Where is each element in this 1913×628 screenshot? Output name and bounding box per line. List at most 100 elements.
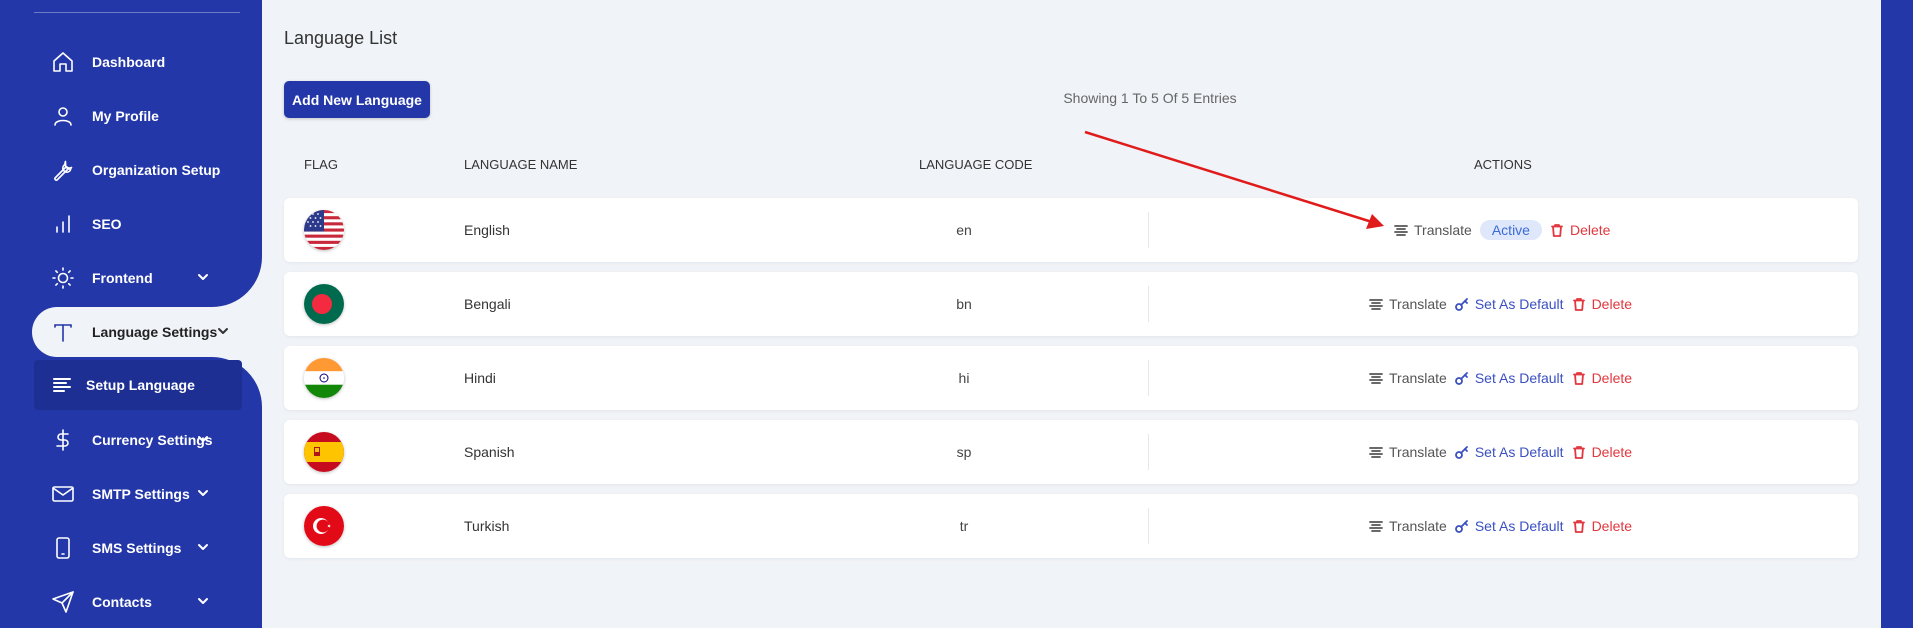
delete-label: Delete <box>1569 222 1611 238</box>
sidebar-item-label: Frontend <box>92 270 153 286</box>
column-header-language-code: LANGUAGE CODE <box>919 157 1033 172</box>
home-icon <box>48 47 78 77</box>
sidebar-item-label: Currency Settings <box>92 432 213 448</box>
lines-icon <box>52 375 72 395</box>
lines-icon <box>1369 521 1383 532</box>
language-code: bn <box>956 296 972 312</box>
add-new-language-button[interactable]: Add New Language <box>284 81 430 118</box>
bar-chart-icon <box>48 209 78 239</box>
set-as-default-label: Set As Default <box>1474 296 1564 312</box>
india-flag-icon <box>304 358 344 398</box>
sidebar-item-label: SEO <box>92 216 122 232</box>
trash-icon <box>1572 446 1585 459</box>
delete-button[interactable]: Delete <box>1572 518 1632 534</box>
turkey-flag-icon <box>304 506 344 546</box>
translate-label: Translate <box>1389 370 1447 386</box>
sidebar-item-label: SMTP Settings <box>92 486 190 502</box>
lines-icon <box>1369 299 1383 310</box>
sun-icon <box>48 263 78 293</box>
right-edge-bar <box>1881 0 1913 628</box>
language-code: sp <box>956 444 972 460</box>
row-actions: Translate Set As Default Delete <box>1369 494 1632 558</box>
sidebar-item-currency-settings[interactable]: Currency Settings <box>32 415 232 465</box>
chevron-down-icon <box>196 594 210 608</box>
wrench-icon <box>48 155 78 185</box>
set-as-default-label: Set As Default <box>1474 370 1564 386</box>
delete-label: Delete <box>1591 444 1633 460</box>
language-name: Turkish <box>464 518 510 534</box>
language-name: Bengali <box>464 296 511 312</box>
set-as-default-label: Set As Default <box>1474 444 1564 460</box>
table-header: FLAG LANGUAGE NAME LANGUAGE CODE ACTIONS <box>284 157 1858 177</box>
sidebar-divider <box>34 12 240 13</box>
active-status-badge: Active <box>1479 220 1542 240</box>
sidebar-subitem-label: Setup Language <box>86 377 195 393</box>
column-divider <box>1148 508 1149 544</box>
chevron-down-icon <box>196 432 210 446</box>
set-as-default-button[interactable]: Set As Default <box>1454 370 1564 386</box>
row-actions: Translate Set As Default Delete <box>1369 420 1632 484</box>
set-as-default-button[interactable]: Set As Default <box>1454 296 1564 312</box>
translate-button[interactable]: Translate <box>1369 518 1447 534</box>
table-row: Turkish tr Translate Set As Default Dele… <box>284 494 1858 558</box>
sidebar-subitem-setup-language[interactable]: Setup Language <box>34 360 242 410</box>
language-name: Hindi <box>464 370 496 386</box>
sidebar-item-seo[interactable]: SEO <box>32 199 232 249</box>
translate-label: Translate <box>1389 518 1447 534</box>
column-header-flag: FLAG <box>304 157 338 172</box>
lines-icon <box>1369 373 1383 384</box>
table-row: Spanish sp Translate Set As Default Dele… <box>284 420 1858 484</box>
sidebar-item-language-settings[interactable]: Language Settings <box>32 307 232 357</box>
delete-button[interactable]: Delete <box>1572 370 1632 386</box>
delete-label: Delete <box>1591 296 1633 312</box>
user-icon <box>48 101 78 131</box>
key-icon <box>1454 298 1468 311</box>
sidebar-item-smtp-settings[interactable]: SMTP Settings <box>32 469 232 519</box>
sidebar-item-label: Dashboard <box>92 54 166 70</box>
row-actions: Translate Set As Default Delete <box>1369 346 1632 410</box>
delete-button[interactable]: Delete <box>1572 296 1632 312</box>
column-divider <box>1148 212 1149 248</box>
sidebar-item-organization-setup[interactable]: Organization Setup <box>32 145 232 195</box>
table-row: Bengali bn Translate Set As Default Dele… <box>284 272 1858 336</box>
sidebar-item-my-profile[interactable]: My Profile <box>32 91 232 141</box>
sidebar-item-dashboard[interactable]: Dashboard <box>32 37 232 87</box>
translate-button[interactable]: Translate <box>1394 222 1472 238</box>
trash-icon <box>1551 224 1563 237</box>
translate-button[interactable]: Translate <box>1369 296 1447 312</box>
sidebar-item-label: SMS Settings <box>92 540 182 556</box>
set-as-default-button[interactable]: Set As Default <box>1454 444 1564 460</box>
language-code: hi <box>958 370 970 386</box>
language-name: English <box>464 222 510 238</box>
us-flag-icon <box>304 210 344 250</box>
trash-icon <box>1572 372 1585 385</box>
page-title: Language List <box>284 28 398 48</box>
table-row: English en Translate Active Delete <box>284 198 1858 262</box>
language-code: tr <box>959 518 969 534</box>
spain-flag-icon <box>304 432 344 472</box>
sidebar-item-frontend[interactable]: Frontend <box>32 253 232 303</box>
text-t-icon <box>48 317 78 347</box>
delete-button[interactable]: Delete <box>1572 444 1632 460</box>
set-as-default-button[interactable]: Set As Default <box>1454 518 1564 534</box>
column-divider <box>1148 434 1149 470</box>
set-as-default-label: Set As Default <box>1474 518 1564 534</box>
send-icon <box>48 587 78 617</box>
delete-button[interactable]: Delete <box>1550 222 1610 238</box>
sidebar-item-sms-settings[interactable]: SMS Settings <box>32 523 232 573</box>
sidebar-item-label: Organization Setup <box>92 162 221 178</box>
column-divider <box>1148 286 1149 322</box>
column-divider <box>1148 360 1149 396</box>
mail-icon <box>48 479 78 509</box>
translate-label: Translate <box>1389 296 1447 312</box>
chevron-down-icon <box>196 486 210 500</box>
translate-button[interactable]: Translate <box>1369 370 1447 386</box>
active-tab-curve-top <box>212 257 262 307</box>
lines-icon <box>1369 447 1383 458</box>
chevron-down-icon <box>196 540 210 554</box>
language-name: Spanish <box>464 444 515 460</box>
key-icon <box>1454 520 1468 533</box>
sidebar-item-contacts[interactable]: Contacts <box>32 577 232 627</box>
translate-button[interactable]: Translate <box>1369 444 1447 460</box>
sidebar-item-label: Language Settings <box>92 324 218 340</box>
